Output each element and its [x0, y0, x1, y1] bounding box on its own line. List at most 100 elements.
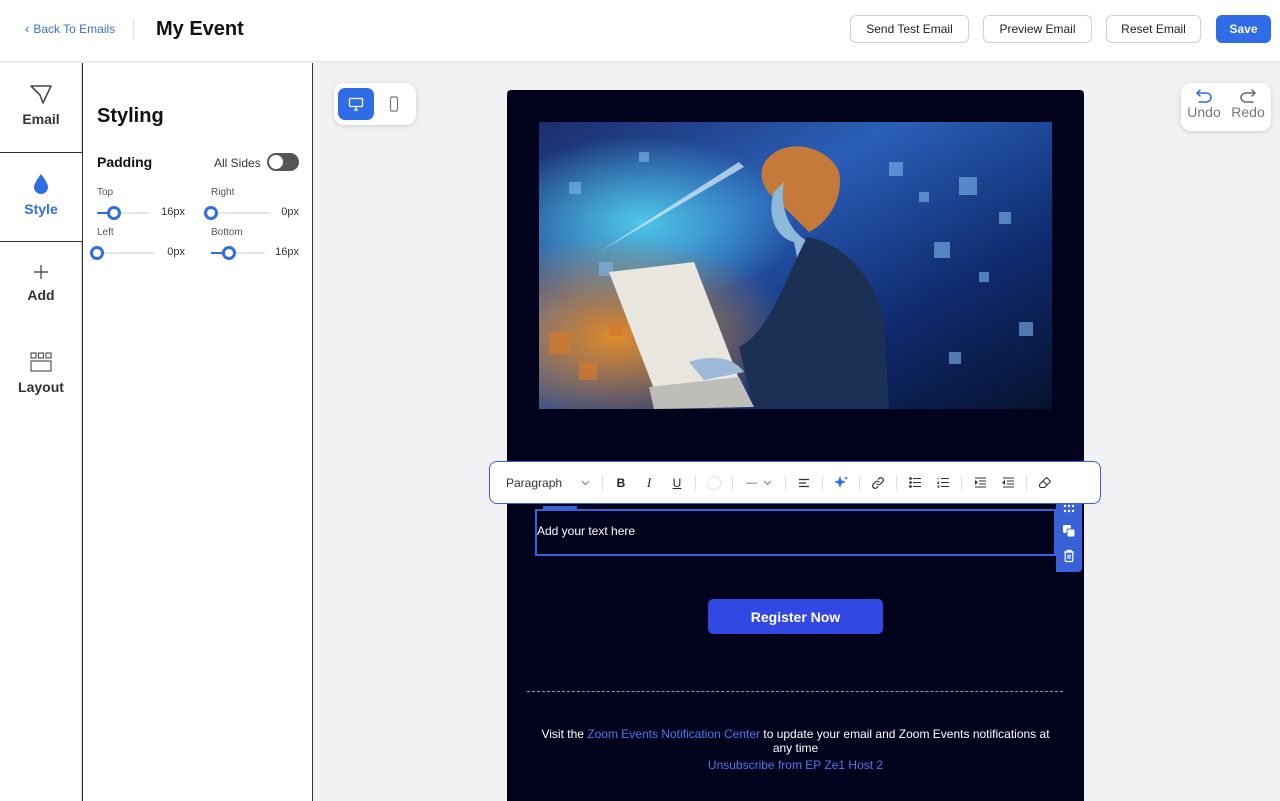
bold-button[interactable]: B	[607, 469, 635, 497]
underline-button[interactable]: U	[663, 469, 691, 497]
unsubscribe-link[interactable]: Unsubscribe from EP Ze1 Host 2	[537, 758, 1054, 772]
hero-illustration	[539, 122, 1052, 409]
back-to-emails-link[interactable]: ‹ Back To Emails	[25, 22, 115, 36]
text-block-selected[interactable]: Add your text here	[535, 506, 1056, 556]
panel-title: Styling	[97, 105, 164, 127]
toolbar-separator	[1026, 474, 1027, 491]
toolbar-separator	[732, 474, 733, 491]
left-rail: Email Style Add Layout	[0, 63, 83, 801]
email-divider	[527, 691, 1063, 692]
chevron-down-icon	[763, 480, 772, 485]
redo-label: Redo	[1231, 104, 1265, 120]
indent-button[interactable]	[966, 469, 994, 497]
email-footer: Visit the Zoom Events Notification Cente…	[537, 727, 1054, 772]
save-button[interactable]: Save	[1216, 15, 1271, 43]
rail-divider	[0, 241, 82, 242]
italic-button[interactable]: I	[635, 469, 663, 497]
hero-image[interactable]	[539, 122, 1052, 409]
padding-right-label: Right	[211, 187, 235, 198]
trash-icon[interactable]	[1063, 549, 1075, 563]
bullet-list-button[interactable]	[901, 469, 929, 497]
styling-panel: Styling Padding All Sides Top 16px Right…	[82, 63, 313, 801]
line-style-select[interactable]: —	[737, 469, 781, 497]
duplicate-icon[interactable]	[1062, 524, 1076, 538]
device-toggle	[334, 83, 416, 125]
outdent-icon	[1001, 477, 1014, 488]
notification-center-link[interactable]: Zoom Events Notification Center	[587, 727, 760, 741]
ai-assist-button[interactable]	[827, 469, 855, 497]
sidebar-item-email[interactable]: Email	[0, 63, 82, 153]
send-test-email-button[interactable]: Send Test Email	[850, 15, 969, 43]
droplet-icon	[34, 174, 48, 194]
line-style-value: —	[746, 476, 757, 489]
chevron-down-icon	[581, 480, 590, 485]
sidebar-item-label: Layout	[18, 379, 64, 395]
mobile-view-button[interactable]	[376, 88, 412, 120]
slider-thumb[interactable]	[204, 206, 218, 220]
toolbar-separator	[822, 474, 823, 491]
redo-icon	[1240, 89, 1256, 103]
padding-left-value: 0px	[167, 246, 185, 258]
sidebar-item-add[interactable]: Add	[0, 263, 82, 323]
desktop-view-button[interactable]	[338, 88, 374, 120]
slider-thumb[interactable]	[90, 246, 104, 260]
padding-top-slider[interactable]	[97, 206, 149, 220]
text-format-toolbar: Paragraph B I U —	[489, 461, 1101, 504]
undo-label: Undo	[1187, 104, 1221, 120]
padding-bottom-value: 16px	[275, 246, 299, 258]
page-title: My Event	[156, 18, 244, 40]
color-swatch-icon	[707, 475, 721, 490]
preview-email-button[interactable]: Preview Email	[983, 15, 1092, 43]
register-now-button[interactable]: Register Now	[708, 599, 883, 634]
block-type-select[interactable]: Paragraph	[498, 469, 598, 497]
block-type-value: Paragraph	[506, 475, 563, 490]
link-button[interactable]	[864, 469, 892, 497]
eraser-icon	[1038, 476, 1052, 488]
block-handle-tab[interactable]	[543, 506, 577, 510]
undo-button[interactable]: Undo	[1184, 88, 1224, 120]
numbered-list-button[interactable]	[929, 469, 957, 497]
desktop-icon	[348, 97, 364, 111]
toolbar-separator	[859, 474, 860, 491]
align-left-icon	[799, 478, 809, 487]
drag-handle-icon[interactable]	[1063, 504, 1075, 514]
sidebar-item-label: Email	[22, 111, 60, 127]
redo-button[interactable]: Redo	[1228, 88, 1268, 120]
text-color-button[interactable]	[700, 469, 728, 497]
toolbar-separator	[961, 474, 962, 491]
slider-thumb[interactable]	[107, 206, 121, 220]
slider-thumb[interactable]	[222, 246, 236, 260]
text-block-placeholder[interactable]: Add your text here	[537, 524, 635, 538]
undo-redo-group: Undo Redo	[1181, 83, 1271, 131]
clear-format-button[interactable]	[1031, 469, 1059, 497]
numbered-list-icon	[936, 477, 949, 488]
align-button[interactable]	[790, 469, 818, 497]
footer-prefix: Visit the	[541, 727, 588, 741]
padding-left-label: Left	[97, 227, 114, 238]
sidebar-item-label: Style	[24, 201, 58, 217]
reset-email-button[interactable]: Reset Email	[1106, 15, 1201, 43]
back-label: Back To Emails	[33, 22, 116, 36]
padding-bottom-slider[interactable]	[211, 246, 265, 260]
outdent-button[interactable]	[994, 469, 1022, 497]
padding-right-value: 0px	[281, 206, 299, 218]
sidebar-item-style[interactable]: Style	[0, 153, 83, 242]
toolbar-separator	[785, 474, 786, 491]
bullet-list-icon	[908, 477, 921, 488]
padding-top-label: Top	[97, 187, 114, 198]
block-tools	[1056, 495, 1082, 572]
all-sides-toggle[interactable]	[267, 153, 299, 171]
send-icon	[30, 85, 52, 104]
footer-suffix: to update your email and Zoom Events not…	[760, 727, 1050, 755]
link-icon	[872, 476, 884, 489]
toolbar-separator	[896, 474, 897, 491]
indent-icon	[974, 477, 986, 488]
padding-top-value: 16px	[161, 206, 185, 218]
padding-label: Padding	[97, 154, 153, 170]
sidebar-item-label: Add	[27, 287, 55, 303]
mobile-icon	[389, 96, 399, 112]
top-header: ‹ Back To Emails My Event Send Test Emai…	[0, 0, 1280, 62]
chevron-left-icon: ‹	[25, 21, 30, 36]
sidebar-item-layout[interactable]: Layout	[0, 351, 82, 411]
layout-grid-icon	[30, 352, 52, 372]
